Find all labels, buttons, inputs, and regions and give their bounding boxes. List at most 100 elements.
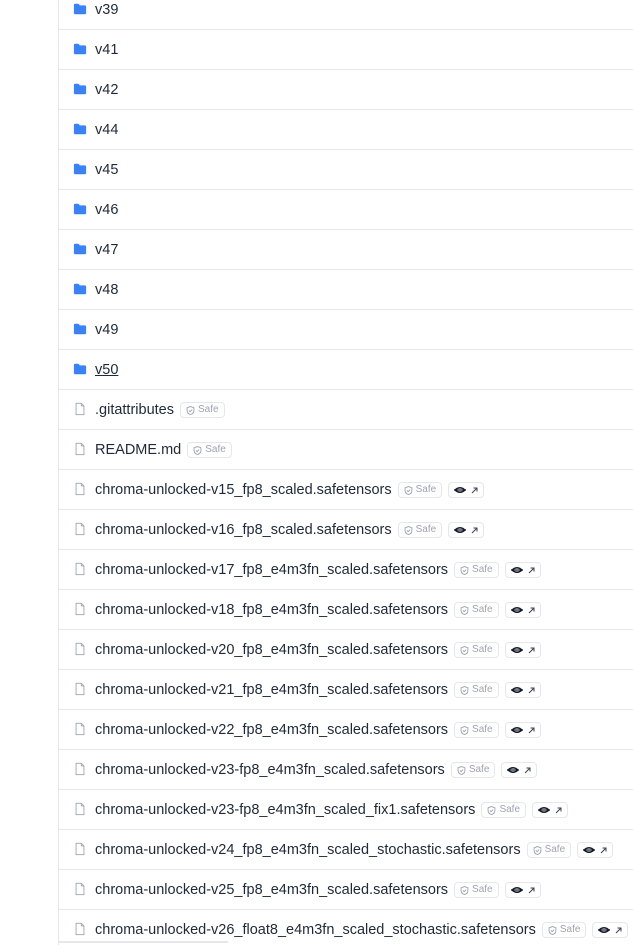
file-row[interactable]: chroma-unlocked-v23-fp8_e4m3fn_scaled_fi… (59, 790, 633, 830)
shield-check-icon (460, 885, 472, 895)
file-link[interactable]: chroma-unlocked-v16_fp8_scaled.safetenso… (95, 510, 392, 549)
xet-storage-link[interactable] (504, 642, 541, 658)
file-link[interactable]: chroma-unlocked-v22_fp8_e4m3fn_scaled.sa… (95, 710, 448, 749)
folder-row[interactable]: v41 (59, 30, 633, 70)
safe-label: Safe (468, 764, 490, 775)
safe-badge[interactable]: Safe (454, 722, 499, 738)
file-link[interactable]: chroma-unlocked-v18_fp8_e4m3fn_scaled.sa… (95, 590, 448, 629)
file-icon (73, 642, 87, 656)
folder-row[interactable]: v46 (59, 190, 633, 230)
xet-storage-link[interactable] (448, 522, 485, 538)
folder-link[interactable]: v42 (95, 70, 118, 109)
file-row[interactable]: .gitattributes Safe (59, 390, 633, 430)
folder-link[interactable]: v47 (95, 230, 118, 269)
folder-link[interactable]: v50 (95, 350, 118, 389)
safe-badge[interactable]: Safe (397, 482, 443, 498)
safe-label: Safe (415, 524, 437, 535)
file-link[interactable]: chroma-unlocked-v15_fp8_scaled.safetenso… (95, 470, 392, 509)
shield-check-icon (460, 685, 472, 695)
folder-row[interactable]: v48 (59, 270, 633, 310)
file-row[interactable]: chroma-unlocked-v22_fp8_e4m3fn_scaled.sa… (59, 710, 633, 750)
file-link[interactable]: chroma-unlocked-v24_fp8_e4m3fn_scaled_st… (95, 830, 521, 869)
folder-row[interactable]: v47 (59, 230, 633, 270)
file-row[interactable]: chroma-unlocked-v24_fp8_e4m3fn_scaled_st… (59, 830, 633, 870)
folder-link[interactable]: v44 (95, 110, 118, 149)
external-link-icon (527, 886, 536, 895)
safe-badge[interactable]: Safe (454, 682, 499, 698)
folder-link[interactable]: v46 (95, 190, 118, 229)
file-row[interactable]: README.md Safe (59, 430, 633, 470)
file-link[interactable]: chroma-unlocked-v17_fp8_e4m3fn_scaled.sa… (95, 550, 448, 589)
file-link[interactable]: chroma-unlocked-v23-fp8_e4m3fn_scaled_fi… (95, 790, 475, 829)
folder-row[interactable]: v39 (59, 0, 633, 30)
file-row[interactable]: chroma-unlocked-v26_float8_e4m3fn_scaled… (59, 910, 633, 945)
safe-badge[interactable]: Safe (454, 562, 499, 578)
shield-check-icon (460, 645, 472, 655)
xet-storage-link[interactable] (504, 682, 541, 698)
folder-row[interactable]: v45 (59, 150, 633, 190)
file-link[interactable]: chroma-unlocked-v23-fp8_e4m3fn_scaled.sa… (95, 750, 445, 789)
safe-badge[interactable]: Safe (187, 442, 232, 458)
xet-storage-link[interactable] (501, 762, 538, 778)
file-row[interactable]: chroma-unlocked-v21_fp8_e4m3fn_scaled.sa… (59, 670, 633, 710)
file-row[interactable]: chroma-unlocked-v20_fp8_e4m3fn_scaled.sa… (59, 630, 633, 670)
external-link-icon (470, 486, 479, 495)
shield-check-icon (186, 405, 198, 415)
file-row[interactable]: chroma-unlocked-v25_fp8_e4m3fn_scaled.sa… (59, 870, 633, 910)
xet-storage-link[interactable] (504, 722, 541, 738)
safe-badge[interactable]: Safe (526, 842, 572, 858)
shield-check-icon (404, 525, 416, 535)
safe-badge[interactable]: Safe (454, 642, 499, 658)
folder-link[interactable]: v39 (95, 0, 118, 29)
folder-icon (73, 122, 87, 136)
safe-label: Safe (198, 404, 219, 415)
xet-storage-icon (510, 645, 524, 655)
safe-badge[interactable]: Safe (454, 882, 499, 898)
external-link-icon (527, 566, 536, 575)
xet-storage-icon (510, 565, 524, 575)
xet-storage-link[interactable] (577, 842, 614, 858)
safe-badge[interactable]: Safe (481, 802, 527, 818)
xet-storage-link[interactable] (504, 602, 541, 618)
file-row[interactable]: chroma-unlocked-v16_fp8_scaled.safetenso… (59, 510, 633, 550)
file-link[interactable]: chroma-unlocked-v25_fp8_e4m3fn_scaled.sa… (95, 870, 448, 909)
file-link[interactable]: chroma-unlocked-v26_float8_e4m3fn_scaled… (95, 910, 536, 945)
folder-link[interactable]: v48 (95, 270, 118, 309)
safe-badge[interactable]: Safe (450, 762, 496, 778)
external-link-icon (527, 606, 536, 615)
safe-badge[interactable]: Safe (541, 922, 587, 938)
file-row[interactable]: chroma-unlocked-v15_fp8_scaled.safetenso… (59, 470, 633, 510)
shield-check-icon (460, 605, 472, 615)
folder-link[interactable]: v49 (95, 310, 118, 349)
file-link[interactable]: chroma-unlocked-v21_fp8_e4m3fn_scaled.sa… (95, 670, 448, 709)
shield-check-icon (460, 565, 472, 575)
safe-badge[interactable]: Safe (454, 602, 499, 618)
folder-link[interactable]: v41 (95, 30, 118, 69)
folder-link[interactable]: v45 (95, 150, 118, 189)
folder-row[interactable]: v44 (59, 110, 633, 150)
xet-storage-link[interactable] (504, 562, 541, 578)
xet-storage-link[interactable] (448, 482, 485, 498)
safe-badge[interactable]: Safe (180, 402, 225, 418)
file-icon (73, 402, 87, 416)
safe-label: Safe (415, 484, 437, 495)
file-row[interactable]: chroma-unlocked-v18_fp8_e4m3fn_scaled.sa… (59, 590, 633, 630)
external-link-icon (527, 686, 536, 695)
xet-storage-link[interactable] (504, 882, 541, 898)
folder-row[interactable]: v49 (59, 310, 633, 350)
folder-row[interactable]: v42 (59, 70, 633, 110)
safe-label: Safe (544, 844, 566, 855)
folder-row[interactable]: v50 (59, 350, 633, 390)
horizontal-scrollbar[interactable] (58, 941, 228, 943)
file-link[interactable]: README.md (95, 430, 181, 469)
file-row[interactable]: chroma-unlocked-v23-fp8_e4m3fn_scaled.sa… (59, 750, 633, 790)
file-link[interactable]: chroma-unlocked-v20_fp8_e4m3fn_scaled.sa… (95, 630, 448, 669)
xet-storage-link[interactable] (532, 802, 569, 818)
xet-storage-icon (510, 885, 524, 895)
xet-storage-link[interactable] (592, 922, 629, 938)
external-link-icon (527, 726, 536, 735)
folder-icon (73, 202, 87, 216)
file-link[interactable]: .gitattributes (95, 390, 174, 429)
file-row[interactable]: chroma-unlocked-v17_fp8_e4m3fn_scaled.sa… (59, 550, 633, 590)
safe-badge[interactable]: Safe (397, 522, 443, 538)
